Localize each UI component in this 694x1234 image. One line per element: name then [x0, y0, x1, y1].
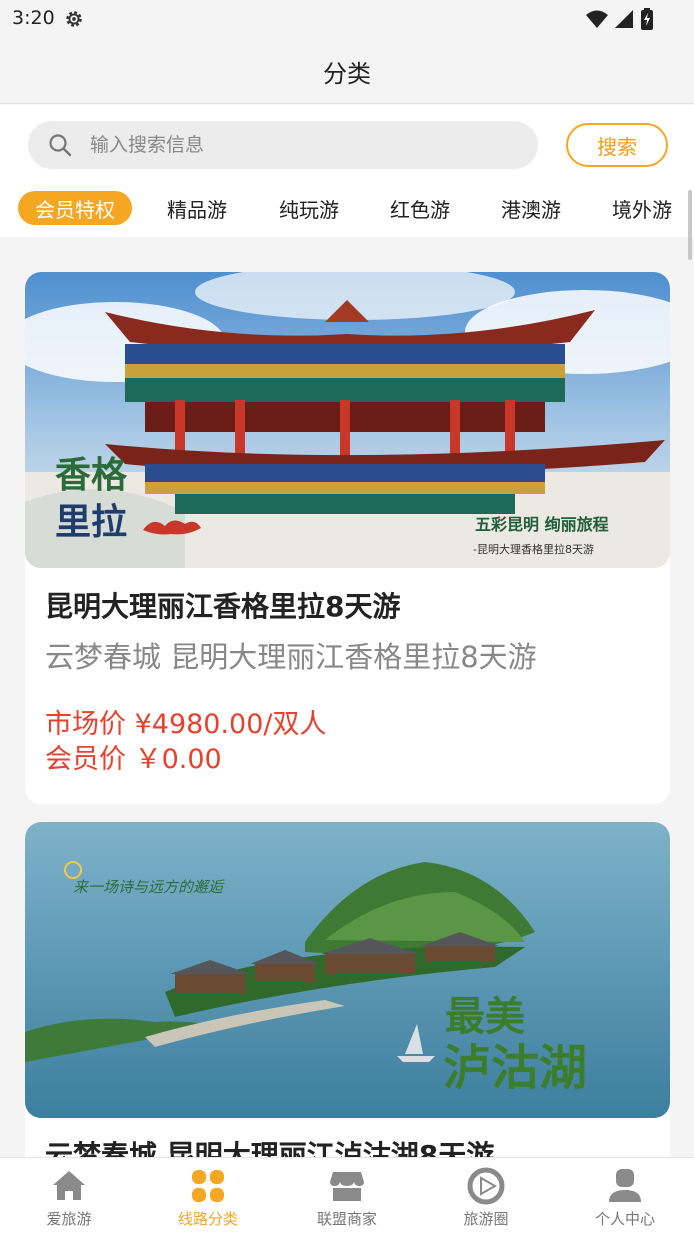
nav-item-route-category[interactable]: 线路分类	[139, 1158, 277, 1234]
status-time: 3:20	[12, 7, 55, 29]
search-box[interactable]	[28, 121, 538, 169]
nav-item-love-travel[interactable]: 爱旅游	[0, 1158, 138, 1234]
nav-item-personal-center[interactable]: 个人中心	[556, 1158, 694, 1234]
nav-label: 线路分类	[177, 1210, 238, 1228]
category-grid-icon	[192, 1170, 224, 1202]
nav-item-alliance-merchants[interactable]: 联盟商家	[278, 1158, 416, 1234]
circle-play-icon	[467, 1167, 505, 1205]
nav-label: 个人中心	[594, 1210, 655, 1228]
tour-subtitle: 云梦春城 昆明大理丽江香格里拉8天游	[45, 640, 537, 674]
home-icon	[53, 1171, 85, 1200]
image-subslogan: -昆明大理香格里拉8天游	[473, 542, 594, 556]
signal-icon	[615, 10, 633, 28]
tour-card[interactable]: 香格 里拉 五彩昆明 绚丽旅程 -昆明大理香格里拉8天游 昆明大理丽江香格里拉8…	[25, 272, 670, 804]
person-icon	[609, 1169, 641, 1202]
search-area: 搜索 会员特权 精品游 纯玩游 红色游 港澳游 境外游	[0, 105, 694, 237]
tab-red-tour[interactable]: 红色游	[381, 191, 459, 225]
image-text-xianggela: 香格	[55, 454, 128, 496]
search-icon	[49, 134, 72, 157]
market-price: 市场价 ¥4980.00/双人	[45, 709, 327, 740]
search-button[interactable]: 搜索	[566, 123, 668, 167]
tour-title: 昆明大理丽江香格里拉8天游	[45, 590, 401, 623]
tab-pure-play-tour[interactable]: 纯玩游	[270, 191, 348, 225]
nav-label: 联盟商家	[316, 1210, 377, 1228]
wifi-icon	[586, 10, 608, 28]
nav-label: 旅游圈	[463, 1210, 509, 1228]
tab-hk-macau-tour[interactable]: 港澳游	[492, 191, 570, 225]
store-icon	[330, 1172, 364, 1201]
tour-image-lugu-lake[interactable]: 来一场诗与远方的邂逅 最美 泸沽湖	[25, 822, 670, 1118]
category-tabs: 会员特权 精品游 纯玩游 红色游 港澳游 境外游	[0, 187, 694, 227]
page-title: 分类	[323, 60, 371, 88]
tab-overseas-tour[interactable]: 境外游	[603, 191, 681, 225]
image-text-poem: 来一场诗与远方的邂逅	[73, 878, 225, 896]
bottom-nav: 爱旅游 线路分类 联盟商家 旅游圈 个人中心	[0, 1157, 694, 1234]
tour-image-pavilion[interactable]: 香格 里拉 五彩昆明 绚丽旅程 -昆明大理香格里拉8天游	[25, 272, 670, 568]
tab-member-privilege[interactable]: 会员特权	[18, 191, 132, 225]
nav-item-travel-circle[interactable]: 旅游圈	[417, 1158, 555, 1234]
tab-boutique-tour[interactable]: 精品游	[158, 191, 236, 225]
image-text-lila: 里拉	[55, 501, 127, 543]
status-bar: 3:20	[0, 0, 694, 40]
image-text-zuimei: 最美	[445, 993, 525, 1040]
image-slogan: 五彩昆明 绚丽旅程	[475, 515, 609, 534]
member-price: 会员价 ￥0.00	[45, 744, 222, 775]
settings-gear-icon	[66, 11, 82, 27]
battery-icon	[641, 8, 653, 30]
scrollbar[interactable]	[688, 190, 692, 260]
image-text-lugu: 泸沽湖	[443, 1040, 587, 1096]
nav-label: 爱旅游	[46, 1210, 92, 1228]
search-input[interactable]	[90, 127, 510, 163]
title-bar: 分类	[0, 40, 694, 104]
